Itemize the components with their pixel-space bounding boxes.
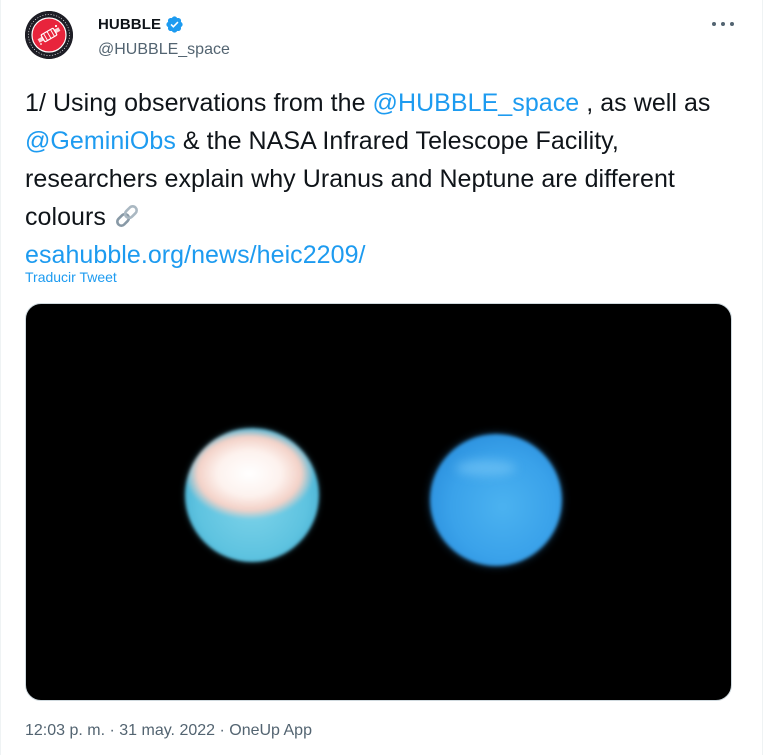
hubble-logo-icon bbox=[25, 11, 73, 59]
more-options-icon[interactable] bbox=[712, 17, 734, 31]
neptune-planet bbox=[430, 434, 562, 566]
link-emoji-icon bbox=[115, 205, 138, 227]
display-name-row: HUBBLE bbox=[98, 14, 230, 34]
meta-separator: · bbox=[215, 722, 230, 739]
tweet-metadata: 12:03 p. m. · 31 may. 2022 · OneUp App bbox=[25, 722, 312, 740]
tweet-header: HUBBLE @HUBBLE_space bbox=[25, 11, 740, 61]
author-names: HUBBLE @HUBBLE_space bbox=[98, 14, 230, 59]
tweet-text-part: 1/ Using observations from the bbox=[25, 89, 373, 117]
uranus-planet bbox=[185, 428, 319, 562]
tweet-time[interactable]: 12:03 p. m. bbox=[25, 722, 105, 739]
translate-tweet-link[interactable]: Traducir Tweet bbox=[25, 269, 117, 285]
tweet-text: 1/ Using observations from the @HUBBLE_s… bbox=[25, 84, 740, 274]
mention-hubble-space[interactable]: @HUBBLE_space bbox=[373, 89, 580, 117]
tweet-media-image[interactable] bbox=[25, 303, 732, 701]
mention-gemini-obs[interactable]: @GeminiObs bbox=[25, 127, 176, 155]
meta-separator: · bbox=[105, 722, 120, 739]
tweet-text-part: , as well as bbox=[579, 89, 711, 117]
tweet-date[interactable]: 31 may. 2022 bbox=[119, 722, 215, 739]
author-handle[interactable]: @HUBBLE_space bbox=[98, 41, 230, 59]
neptune-cloud-band bbox=[456, 460, 516, 476]
verified-badge-icon bbox=[166, 15, 183, 33]
display-name[interactable]: HUBBLE bbox=[98, 16, 161, 33]
article-link[interactable]: esahubble.org/news/heic2209/ bbox=[25, 241, 366, 269]
tweet-source[interactable]: OneUp App bbox=[229, 722, 312, 739]
tweet-card: HUBBLE @HUBBLE_space 1/ Using observatio… bbox=[0, 0, 763, 755]
avatar[interactable] bbox=[25, 11, 73, 59]
